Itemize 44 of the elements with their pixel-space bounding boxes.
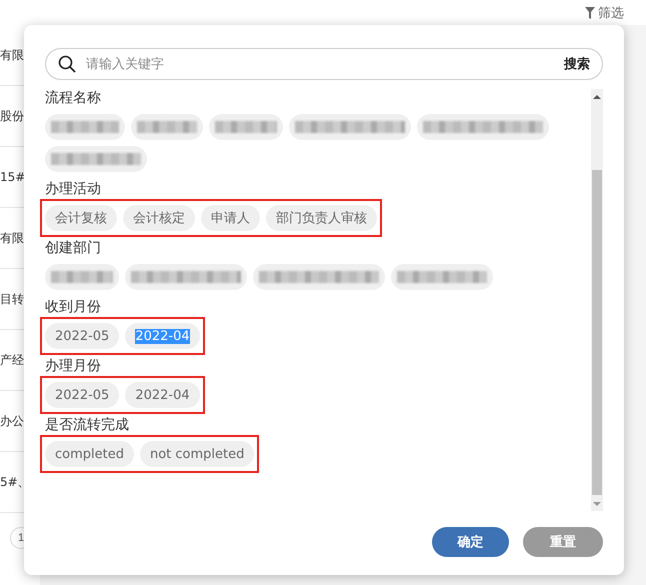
option-chip[interactable]: 部门负责人审核	[266, 205, 377, 231]
option-chip[interactable]: 2022-04	[125, 323, 200, 349]
search-field[interactable]: 请输入关键字 搜索	[45, 48, 603, 80]
filter-icon	[585, 6, 595, 18]
list-row-text: 办公	[0, 412, 24, 430]
scroll-up-icon[interactable]	[593, 94, 601, 100]
option-chip[interactable]: 2022-05	[45, 323, 120, 349]
option-chip[interactable]: completed	[45, 441, 134, 467]
section-title: 是否流转完成	[45, 416, 130, 434]
list-row-text: 产经	[0, 352, 24, 368]
section-title: 创建部门	[45, 239, 102, 257]
option-chip[interactable]: 会计复核	[45, 205, 117, 231]
scrollbar[interactable]	[591, 89, 603, 511]
section-title: 办理月份	[45, 357, 102, 375]
section-title: 收到月份	[45, 298, 102, 316]
redacted-chip[interactable]	[417, 114, 549, 140]
scroll-down-icon[interactable]	[593, 501, 601, 507]
list-row-text: 股份	[0, 108, 24, 124]
option-chip[interactable]: 申请人	[201, 205, 260, 231]
filter-label[interactable]: 筛选	[598, 4, 624, 22]
list-row-text: 目转	[0, 290, 24, 308]
search-icon	[58, 55, 76, 73]
list-row-text: 有限	[0, 46, 24, 64]
reset-button[interactable]: 重置	[523, 527, 603, 557]
redacted-chip[interactable]	[209, 114, 283, 140]
option-chip[interactable]: 2022-04	[125, 382, 200, 408]
list-row-text: 有限	[0, 230, 24, 246]
confirm-button[interactable]: 确定	[432, 527, 509, 557]
redacted-chip[interactable]	[131, 114, 203, 140]
section-title: 流程名称	[45, 89, 102, 107]
list-row-text: 15#	[0, 170, 26, 184]
option-chip[interactable]: 会计核定	[123, 205, 195, 231]
redacted-chip[interactable]	[45, 114, 125, 140]
redacted-chip[interactable]	[45, 264, 119, 290]
search-button[interactable]: 搜索	[564, 55, 590, 73]
redacted-chip[interactable]	[125, 264, 247, 290]
option-chip[interactable]: not completed	[140, 441, 254, 467]
redacted-chip[interactable]	[45, 146, 147, 172]
section-title: 办理活动	[45, 180, 102, 198]
option-chip[interactable]: 2022-05	[45, 382, 120, 408]
redacted-chip[interactable]	[391, 264, 493, 290]
list-row-text: 5#、	[0, 474, 30, 490]
redacted-chip[interactable]	[289, 114, 411, 140]
redacted-chip[interactable]	[253, 264, 385, 290]
